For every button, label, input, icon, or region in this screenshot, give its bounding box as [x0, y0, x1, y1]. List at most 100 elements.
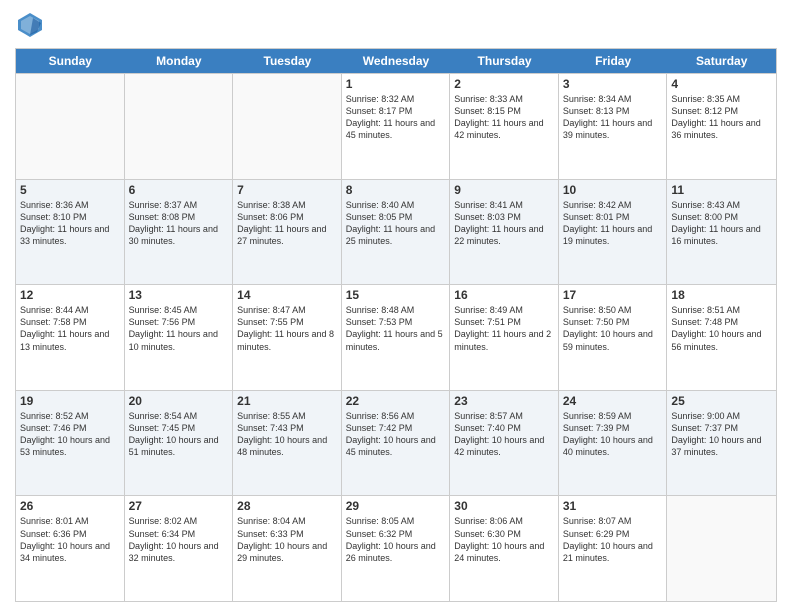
calendar-cell-24: 24 Sunrise: 8:59 AM Sunset: 7:39 PM Dayli…: [559, 391, 668, 496]
day-number: 1: [346, 77, 446, 91]
day-number: 30: [454, 499, 554, 513]
calendar-cell-26: 26 Sunrise: 8:01 AM Sunset: 6:36 PM Dayli…: [16, 496, 125, 601]
day-info: Sunrise: 8:05 AM Sunset: 6:32 PM Dayligh…: [346, 515, 446, 564]
calendar-cell-8: 8Sunrise: 8:40 AM Sunset: 8:05 PM Daylig…: [342, 180, 451, 285]
day-number: 9: [454, 183, 554, 197]
day-info: Sunrise: 8:43 AM Sunset: 8:00 PM Dayligh…: [671, 199, 772, 248]
logo-icon: [15, 10, 45, 40]
day-info: Sunrise: 8:01 AM Sunset: 6:36 PM Dayligh…: [20, 515, 120, 564]
logo: [15, 10, 49, 40]
calendar-cell-30: 30 Sunrise: 8:06 AM Sunset: 6:30 PM Dayli…: [450, 496, 559, 601]
day-number: 11: [671, 183, 772, 197]
calendar-cell-25: 25 Sunrise: 9:00 AM Sunset: 7:37 PM Dayli…: [667, 391, 776, 496]
calendar: SundayMondayTuesdayWednesdayThursdayFrid…: [15, 48, 777, 602]
calendar-cell-12: 12 Sunrise: 8:44 AM Sunset: 7:58 PM Dayli…: [16, 285, 125, 390]
calendar-cell-11: 11 Sunrise: 8:43 AM Sunset: 8:00 PM Dayli…: [667, 180, 776, 285]
day-number: 5: [20, 183, 120, 197]
day-number: 19: [20, 394, 120, 408]
day-info: Sunrise: 8:06 AM Sunset: 6:30 PM Dayligh…: [454, 515, 554, 564]
header-day-wednesday: Wednesday: [342, 49, 451, 73]
calendar-cell-20: 20 Sunrise: 8:54 AM Sunset: 7:45 PM Dayli…: [125, 391, 234, 496]
header-day-thursday: Thursday: [450, 49, 559, 73]
calendar-header: SundayMondayTuesdayWednesdayThursdayFrid…: [16, 49, 776, 73]
day-number: 2: [454, 77, 554, 91]
day-info: Sunrise: 8:49 AM Sunset: 7:51 PM Dayligh…: [454, 304, 554, 353]
calendar-cell-5: 5 Sunrise: 8:36 AM Sunset: 8:10 PM Daylig…: [16, 180, 125, 285]
day-number: 28: [237, 499, 337, 513]
header: [15, 10, 777, 40]
day-number: 7: [237, 183, 337, 197]
day-number: 15: [346, 288, 446, 302]
day-info: Sunrise: 8:54 AM Sunset: 7:45 PM Dayligh…: [129, 410, 229, 459]
day-info: Sunrise: 8:04 AM Sunset: 6:33 PM Dayligh…: [237, 515, 337, 564]
day-number: 6: [129, 183, 229, 197]
day-info: Sunrise: 8:55 AM Sunset: 7:43 PM Dayligh…: [237, 410, 337, 459]
page: SundayMondayTuesdayWednesdayThursdayFrid…: [0, 0, 792, 612]
day-number: 21: [237, 394, 337, 408]
day-info: Sunrise: 8:32 AM Sunset: 8:17 PM Dayligh…: [346, 93, 446, 142]
header-day-saturday: Saturday: [667, 49, 776, 73]
header-day-monday: Monday: [125, 49, 234, 73]
calendar-row-5: 26 Sunrise: 8:01 AM Sunset: 6:36 PM Dayli…: [16, 495, 776, 601]
day-number: 25: [671, 394, 772, 408]
header-day-friday: Friday: [559, 49, 668, 73]
day-number: 24: [563, 394, 663, 408]
calendar-cell-10: 10 Sunrise: 8:42 AM Sunset: 8:01 PM Dayli…: [559, 180, 668, 285]
day-number: 4: [671, 77, 772, 91]
day-number: 13: [129, 288, 229, 302]
calendar-cell-15: 15 Sunrise: 8:48 AM Sunset: 7:53 PM Dayli…: [342, 285, 451, 390]
calendar-cell-empty: [125, 74, 234, 179]
calendar-cell-14: 14Sunrise: 8:47 AM Sunset: 7:55 PM Dayli…: [233, 285, 342, 390]
day-info: Sunrise: 8:57 AM Sunset: 7:40 PM Dayligh…: [454, 410, 554, 459]
calendar-row-4: 19 Sunrise: 8:52 AM Sunset: 7:46 PM Dayli…: [16, 390, 776, 496]
calendar-cell-4: 4 Sunrise: 8:35 AM Sunset: 8:12 PM Daylig…: [667, 74, 776, 179]
calendar-cell-16: 16 Sunrise: 8:49 AM Sunset: 7:51 PM Dayli…: [450, 285, 559, 390]
day-number: 22: [346, 394, 446, 408]
day-number: 18: [671, 288, 772, 302]
day-info: Sunrise: 8:47 AM Sunset: 7:55 PM Dayligh…: [237, 304, 337, 353]
day-number: 23: [454, 394, 554, 408]
calendar-cell-7: 7 Sunrise: 8:38 AM Sunset: 8:06 PM Daylig…: [233, 180, 342, 285]
calendar-cell-6: 6Sunrise: 8:37 AM Sunset: 8:08 PM Daylig…: [125, 180, 234, 285]
calendar-cell-17: 17 Sunrise: 8:50 AM Sunset: 7:50 PM Dayli…: [559, 285, 668, 390]
calendar-cell-22: 22 Sunrise: 8:56 AM Sunset: 7:42 PM Dayli…: [342, 391, 451, 496]
day-info: Sunrise: 8:44 AM Sunset: 7:58 PM Dayligh…: [20, 304, 120, 353]
day-info: Sunrise: 8:36 AM Sunset: 8:10 PM Dayligh…: [20, 199, 120, 248]
day-info: Sunrise: 8:48 AM Sunset: 7:53 PM Dayligh…: [346, 304, 446, 353]
day-info: Sunrise: 8:38 AM Sunset: 8:06 PM Dayligh…: [237, 199, 337, 248]
day-info: Sunrise: 8:02 AM Sunset: 6:34 PM Dayligh…: [129, 515, 229, 564]
calendar-cell-2: 2 Sunrise: 8:33 AM Sunset: 8:15 PM Daylig…: [450, 74, 559, 179]
calendar-cell-27: 27Sunrise: 8:02 AM Sunset: 6:34 PM Dayli…: [125, 496, 234, 601]
day-info: Sunrise: 8:34 AM Sunset: 8:13 PM Dayligh…: [563, 93, 663, 142]
calendar-cell-21: 21 Sunrise: 8:55 AM Sunset: 7:43 PM Dayli…: [233, 391, 342, 496]
day-info: Sunrise: 9:00 AM Sunset: 7:37 PM Dayligh…: [671, 410, 772, 459]
calendar-row-3: 12 Sunrise: 8:44 AM Sunset: 7:58 PM Dayli…: [16, 284, 776, 390]
calendar-row-1: 1 Sunrise: 8:32 AM Sunset: 8:17 PM Daylig…: [16, 73, 776, 179]
day-info: Sunrise: 8:51 AM Sunset: 7:48 PM Dayligh…: [671, 304, 772, 353]
day-info: Sunrise: 8:35 AM Sunset: 8:12 PM Dayligh…: [671, 93, 772, 142]
day-number: 17: [563, 288, 663, 302]
day-info: Sunrise: 8:50 AM Sunset: 7:50 PM Dayligh…: [563, 304, 663, 353]
day-number: 26: [20, 499, 120, 513]
day-number: 12: [20, 288, 120, 302]
calendar-cell-23: 23 Sunrise: 8:57 AM Sunset: 7:40 PM Dayli…: [450, 391, 559, 496]
calendar-cell-19: 19 Sunrise: 8:52 AM Sunset: 7:46 PM Dayli…: [16, 391, 125, 496]
day-number: 3: [563, 77, 663, 91]
calendar-cell-3: 3 Sunrise: 8:34 AM Sunset: 8:13 PM Daylig…: [559, 74, 668, 179]
calendar-row-2: 5 Sunrise: 8:36 AM Sunset: 8:10 PM Daylig…: [16, 179, 776, 285]
calendar-cell-31: 31Sunrise: 8:07 AM Sunset: 6:29 PM Dayli…: [559, 496, 668, 601]
day-info: Sunrise: 8:33 AM Sunset: 8:15 PM Dayligh…: [454, 93, 554, 142]
calendar-cell-28: 28 Sunrise: 8:04 AM Sunset: 6:33 PM Dayli…: [233, 496, 342, 601]
header-day-sunday: Sunday: [16, 49, 125, 73]
day-number: 16: [454, 288, 554, 302]
day-number: 20: [129, 394, 229, 408]
day-info: Sunrise: 8:42 AM Sunset: 8:01 PM Dayligh…: [563, 199, 663, 248]
day-info: Sunrise: 8:56 AM Sunset: 7:42 PM Dayligh…: [346, 410, 446, 459]
calendar-cell-empty: [667, 496, 776, 601]
day-info: Sunrise: 8:59 AM Sunset: 7:39 PM Dayligh…: [563, 410, 663, 459]
day-number: 29: [346, 499, 446, 513]
calendar-body: 1 Sunrise: 8:32 AM Sunset: 8:17 PM Daylig…: [16, 73, 776, 601]
day-number: 10: [563, 183, 663, 197]
day-info: Sunrise: 8:52 AM Sunset: 7:46 PM Dayligh…: [20, 410, 120, 459]
calendar-cell-18: 18 Sunrise: 8:51 AM Sunset: 7:48 PM Dayli…: [667, 285, 776, 390]
